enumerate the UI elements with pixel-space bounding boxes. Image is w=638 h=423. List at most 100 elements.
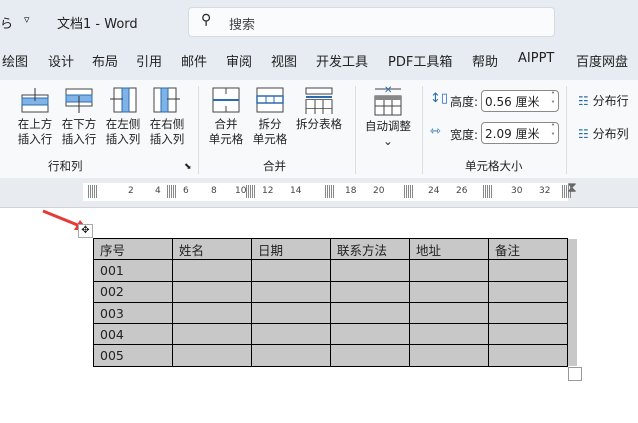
merge-cells-button[interactable]: 合并 单元格 <box>205 86 247 147</box>
autofit-icon: ✕ <box>374 85 402 116</box>
distribute-columns-button[interactable]: ☷ 分布列 <box>578 125 629 142</box>
spinner-icon[interactable]: ˄ ˅ <box>551 91 555 109</box>
table-cell[interactable] <box>409 344 489 367</box>
autofit-label: 自动调整 <box>365 119 411 133</box>
table-cell[interactable] <box>409 280 489 303</box>
data-table: 序号 姓名 日期 联系方法 地址 备注 001 002 003 004 005 <box>93 237 568 367</box>
insert-row-above-icon <box>21 88 49 113</box>
label-line2: 插入列 <box>105 132 141 146</box>
table-row: 004 <box>93 323 568 346</box>
width-value: 2.09 厘米 <box>485 127 540 141</box>
horizontal-ruler[interactable]: 2 4 6 8 10 12 14 16 18 20 24 26 28 30 32… <box>0 178 638 208</box>
table-move-handle-icon[interactable]: ✥ <box>78 224 93 238</box>
table-cell[interactable] <box>251 259 331 282</box>
header-cell[interactable]: 备注 <box>488 237 568 261</box>
table-cell[interactable] <box>488 259 568 282</box>
tab-draw[interactable]: 绘图 <box>2 51 28 70</box>
table-cell[interactable] <box>172 344 252 367</box>
table-cell[interactable]: 001 <box>93 259 173 282</box>
tab-help[interactable]: 帮助 <box>472 51 498 70</box>
split-table-icon <box>305 87 333 114</box>
table-cell[interactable] <box>488 280 568 303</box>
autofit-button[interactable]: ✕ 自动调整 ⌄ <box>360 84 416 149</box>
tab-aippt[interactable]: AIPPT <box>518 51 554 66</box>
tab-developer[interactable]: 开发工具 <box>316 51 368 70</box>
column-width-icon: ⇿ <box>430 124 441 139</box>
table-cell[interactable] <box>330 344 410 367</box>
right-indent-marker[interactable]: ⧗ <box>567 180 577 196</box>
table-cell[interactable] <box>488 344 568 367</box>
tab-view[interactable]: 视图 <box>271 51 297 70</box>
insert-column-right-icon <box>153 87 180 113</box>
table-row: 003 <box>93 301 568 325</box>
tab-review[interactable]: 审阅 <box>226 51 252 70</box>
header-cell[interactable]: 序号 <box>93 237 173 261</box>
tab-baidu-netdisk[interactable]: 百度网盘 <box>576 51 628 70</box>
table-cell[interactable] <box>251 323 331 346</box>
table-cell[interactable] <box>251 301 331 325</box>
tab-mailings[interactable]: 邮件 <box>181 51 207 70</box>
label-line2: 单元格 <box>252 132 288 146</box>
label-line1: 合并 <box>214 117 238 131</box>
header-cell[interactable]: 姓名 <box>172 237 252 261</box>
ruler-tick: 32 <box>539 186 551 196</box>
split-cells-icon <box>256 87 284 113</box>
tab-design[interactable]: 设计 <box>48 51 74 70</box>
table-cell[interactable] <box>330 259 410 282</box>
table-cell[interactable] <box>409 259 489 282</box>
ruler-tick: 14 <box>290 186 302 196</box>
height-label: 高度: <box>450 95 479 109</box>
insert-column-left-button[interactable]: 在左侧 插入列 <box>102 86 144 147</box>
table-cell[interactable] <box>409 301 489 325</box>
ruler-tick: 4 <box>155 186 161 196</box>
label-line1: 在上方 <box>17 117 53 131</box>
table-cell[interactable] <box>251 344 331 367</box>
table-cell[interactable]: 005 <box>93 344 173 367</box>
ruler-tick: 26 <box>456 186 468 196</box>
header-cell[interactable]: 日期 <box>251 237 331 261</box>
table-cell[interactable] <box>409 323 489 346</box>
table-cell[interactable] <box>330 301 410 325</box>
label-line1: 在右侧 <box>149 117 185 131</box>
table-cell[interactable] <box>488 323 568 346</box>
search-icon: ⚲ <box>201 12 212 28</box>
tab-pdf-tools[interactable]: PDF工具箱 <box>388 51 452 70</box>
table-cell[interactable]: 004 <box>93 323 173 346</box>
table-cell[interactable] <box>488 301 568 325</box>
spinner-icon[interactable]: ˄ ˅ <box>551 123 555 141</box>
table-cell[interactable] <box>330 323 410 346</box>
label-line1: 在下方 <box>61 117 97 131</box>
insert-column-right-button[interactable]: 在右侧 插入列 <box>146 86 188 147</box>
search-input[interactable]: 搜索 <box>229 14 255 33</box>
insert-row-below-button[interactable]: 在下方 插入行 <box>58 86 100 147</box>
split-table-button[interactable]: 拆分表格 <box>293 86 345 132</box>
distribute-columns-label: 分布列 <box>592 127 629 141</box>
tab-layout[interactable]: 布局 <box>92 51 118 70</box>
insert-row-above-button[interactable]: 在上方 插入行 <box>14 86 56 147</box>
dialog-launcher-icon[interactable]: ⬊ <box>184 162 192 172</box>
height-input[interactable]: 0.56 厘米 ˄ ˅ <box>481 90 559 112</box>
group-label-rows-cols: 行和列 <box>48 159 83 173</box>
table-cell[interactable]: 003 <box>93 301 173 325</box>
distribute-rows-button[interactable]: ☷ 分布行 <box>578 92 629 109</box>
width-input[interactable]: 2.09 厘米 ˄ ˅ <box>481 122 559 144</box>
header-cell[interactable]: 联系方法 <box>330 237 410 261</box>
tab-references[interactable]: 引用 <box>136 51 162 70</box>
header-cell[interactable]: 地址 <box>409 237 489 261</box>
label-line1: 拆分表格 <box>296 117 342 131</box>
table-cell[interactable] <box>172 280 252 303</box>
label-line1: 在左侧 <box>105 117 141 131</box>
table-cell[interactable]: 002 <box>93 280 173 303</box>
search-box[interactable]: ⚲ 搜索 <box>188 7 555 37</box>
width-label: 宽度: <box>450 128 479 142</box>
qat-dropdown[interactable]: ▿ <box>24 13 30 26</box>
table-cell[interactable] <box>172 259 252 282</box>
table-cell[interactable] <box>251 280 331 303</box>
table-resize-handle[interactable] <box>568 367 582 381</box>
table-cell[interactable] <box>172 301 252 325</box>
table-cell[interactable] <box>330 280 410 303</box>
table-cell[interactable] <box>172 323 252 346</box>
split-cells-button[interactable]: 拆分 单元格 <box>249 86 291 147</box>
label-line1: 拆分 <box>258 117 282 131</box>
ruler-tick: 12 <box>262 186 274 196</box>
